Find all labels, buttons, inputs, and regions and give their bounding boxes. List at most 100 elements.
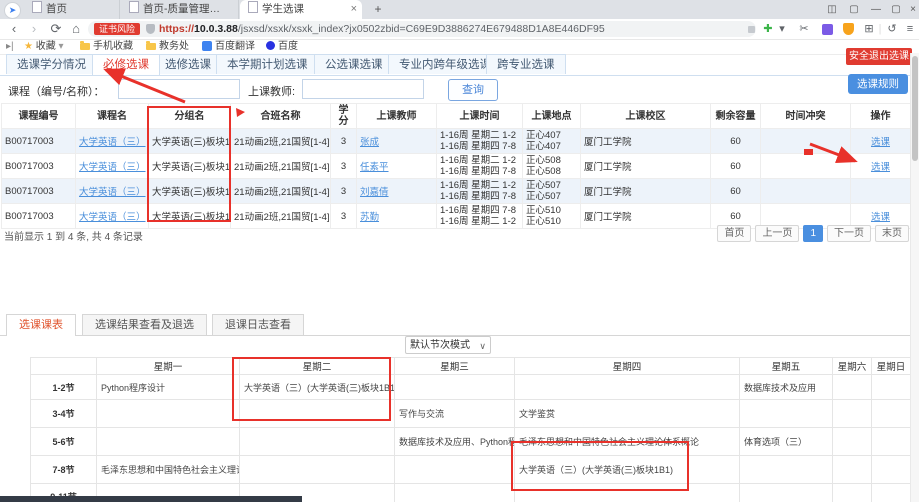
browser-tab-home[interactable]: 首页 <box>24 0 120 19</box>
credit: 3 <box>331 179 357 203</box>
campus: 厦门工学院 <box>581 204 711 228</box>
tab-selected-timetable[interactable]: 选课课表 <box>6 314 76 336</box>
class-place: 正心407正心407 <box>523 129 581 153</box>
refresh-icon[interactable]: ⟳ <box>48 19 64 39</box>
close-button[interactable]: × <box>903 0 919 19</box>
rules-button[interactable]: 选课规则 <box>848 74 908 94</box>
forward-icon[interactable]: › <box>26 19 42 39</box>
home-icon[interactable]: ⌂ <box>68 19 84 39</box>
translate-plugin-icon[interactable] <box>822 24 833 35</box>
th-name: 课程名 <box>76 104 149 128</box>
course-input[interactable] <box>118 79 240 99</box>
timetable-header-row: 星期一 星期二 星期三 星期四 星期五 星期六 星期日 <box>30 357 911 375</box>
page-mode-icon[interactable] <box>748 26 755 33</box>
teacher-link[interactable]: 张成 <box>360 134 433 148</box>
page-next-button[interactable]: 下一页 <box>827 225 871 242</box>
bookmark-favorites[interactable]: ★ 收藏 ▾ <box>24 40 64 54</box>
course-table: 课程编号 课程名 分组名 合班名称 学分 上课教师 上课时间 上课地点 上课校区… <box>1 103 911 229</box>
group-name: 大学英语(三)板块1B1 <box>149 179 231 203</box>
page-prev-button[interactable]: 上一页 <box>755 225 799 242</box>
th-thursday: 星期四 <box>515 358 740 374</box>
browser-tab-active[interactable]: 学生选课× <box>240 0 362 19</box>
select-course-link[interactable]: 选课 <box>871 209 890 223</box>
apps-grid-icon[interactable]: ⊞ <box>862 22 876 36</box>
cell <box>851 179 911 203</box>
tab-semester-plan[interactable]: 本学期计划选课 <box>216 54 319 74</box>
group-name: 大学英语(三)板块1A3 <box>149 129 231 153</box>
timetable-cell <box>872 400 911 427</box>
class-place: 正心510正心510 <box>523 204 581 228</box>
sidebar-toggle-icon[interactable]: ▸| <box>6 40 14 54</box>
teacher-input[interactable] <box>302 79 424 99</box>
back-icon[interactable]: ‹ <box>6 19 22 39</box>
tab-withdraw-log[interactable]: 退课日志查看 <box>212 314 304 335</box>
timetable-cell: 毛泽东思想和中国特色社会主义理论体系概论 <box>97 456 240 483</box>
teacher-label: 上课教师: <box>248 83 295 99</box>
scrollbar-thumb[interactable] <box>912 56 918 161</box>
class-place: 正心508正心508 <box>523 154 581 178</box>
new-tab-button[interactable]: + <box>370 2 386 17</box>
bookmark-baidu[interactable]: 百度 <box>266 40 298 54</box>
undo-icon[interactable]: ↺ <box>885 22 899 36</box>
browser-tab-platform[interactable]: 首页-质量管理信息平台 <box>121 0 239 19</box>
campus: 厦门工学院 <box>581 154 711 178</box>
cell: 苏勤 <box>357 204 437 228</box>
class-time: 1-16周 星期四 7-81-16周 星期二 1-2 <box>437 204 523 228</box>
tab-required-courses[interactable]: 必修选课 <box>92 54 160 75</box>
url-host: 10.0.3.88 <box>194 23 238 35</box>
tab-cross-major[interactable]: 跨专业选课 <box>486 54 566 74</box>
bookmark-jwc-folder[interactable]: 教务处 <box>146 40 189 54</box>
browser-window: ➤ 首页 首页-质量管理信息平台 学生选课× + ◫ ▢ — ▢ × ‹ › ⟳… <box>0 0 919 502</box>
query-button[interactable]: 查询 <box>448 79 498 101</box>
page-first-button[interactable]: 首页 <box>717 225 751 242</box>
teacher-link[interactable]: 刘嘉倩 <box>360 184 433 198</box>
speed-mode-icon[interactable]: ✚ <box>762 22 774 36</box>
timetable-cell <box>740 400 833 427</box>
screenshot-icon[interactable]: ✂ <box>797 22 811 36</box>
timetable-cell <box>833 428 872 455</box>
folder-icon <box>80 43 90 50</box>
tab-public-courses[interactable]: 公选课选课 <box>314 54 394 74</box>
tab-close-icon[interactable]: × <box>351 0 357 19</box>
course-name-link[interactable]: 大学英语（三） <box>79 159 145 173</box>
course-name-link[interactable]: 大学英语（三） <box>79 134 145 148</box>
browser-logo-icon[interactable]: ➤ <box>4 2 21 19</box>
timetable-cell <box>872 428 911 455</box>
mode-caret-icon[interactable]: ▾ <box>777 22 787 36</box>
teacher-link[interactable]: 苏勤 <box>360 209 433 223</box>
menu-icon[interactable]: ≡ <box>903 22 917 36</box>
cert-risk-badge[interactable]: 证书风险 <box>94 23 140 35</box>
tab-results-withdraw[interactable]: 选课结果查看及退选 <box>82 314 207 335</box>
remaining-capacity: 60 <box>711 179 761 203</box>
timetable-cell <box>395 375 515 399</box>
mini-page-icon[interactable]: ◫ <box>822 0 842 19</box>
minimize-button[interactable]: — <box>866 0 886 19</box>
page-number-button[interactable]: 1 <box>803 225 823 242</box>
course-name-link[interactable]: 大学英语（三） <box>79 209 145 223</box>
table-row: B00717003 大学英语（三） 大学英语(三)板块1A3 21动画2班,21… <box>1 129 911 154</box>
remaining-capacity: 60 <box>711 129 761 153</box>
bookmark-mobile-folder[interactable]: 手机收藏 <box>80 40 133 54</box>
safe-exit-button[interactable]: 安全退出选课 <box>846 48 912 65</box>
address-bar[interactable]: 证书风险https://10.0.3.88/jsxsd/xsxk/xsxk_in… <box>88 21 756 37</box>
bookmark-baidu-translate[interactable]: 百度翻译 <box>202 40 255 54</box>
th-code: 课程编号 <box>1 104 76 128</box>
timetable-cell <box>833 456 872 483</box>
select-course-link[interactable]: 选课 <box>871 159 890 173</box>
vertical-scrollbar[interactable] <box>910 53 919 502</box>
timetable-row: 7-8节 毛泽东思想和中国特色社会主义理论体系概论 大学英语（三）(大学英语(三… <box>30 456 911 484</box>
table-header-row: 课程编号 课程名 分组名 合班名称 学分 上课教师 上课时间 上课地点 上课校区… <box>1 103 911 129</box>
period-mode-select[interactable]: 默认节次模式∨ <box>405 336 491 354</box>
page-last-button[interactable]: 末页 <box>875 225 909 242</box>
skin-icon[interactable]: ▢ <box>844 0 864 19</box>
cert-shield-icon <box>146 24 155 34</box>
tab-cross-grade[interactable]: 专业内跨年级选课 <box>388 54 502 74</box>
teacher-link[interactable]: 任素平 <box>360 159 433 173</box>
security-shield-icon[interactable] <box>843 23 854 35</box>
course-name-link[interactable]: 大学英语（三） <box>79 184 145 198</box>
select-course-link[interactable]: 选课 <box>871 134 890 148</box>
timetable-row: 5-6节 数据库技术及应用、Python程序设计 毛泽东思想和中国特色社会主义理… <box>30 428 911 456</box>
tab-credit-status[interactable]: 选课学分情况 <box>6 54 97 74</box>
tab-elective-courses[interactable]: 选修选课 <box>154 54 222 74</box>
page-icon <box>32 1 42 13</box>
